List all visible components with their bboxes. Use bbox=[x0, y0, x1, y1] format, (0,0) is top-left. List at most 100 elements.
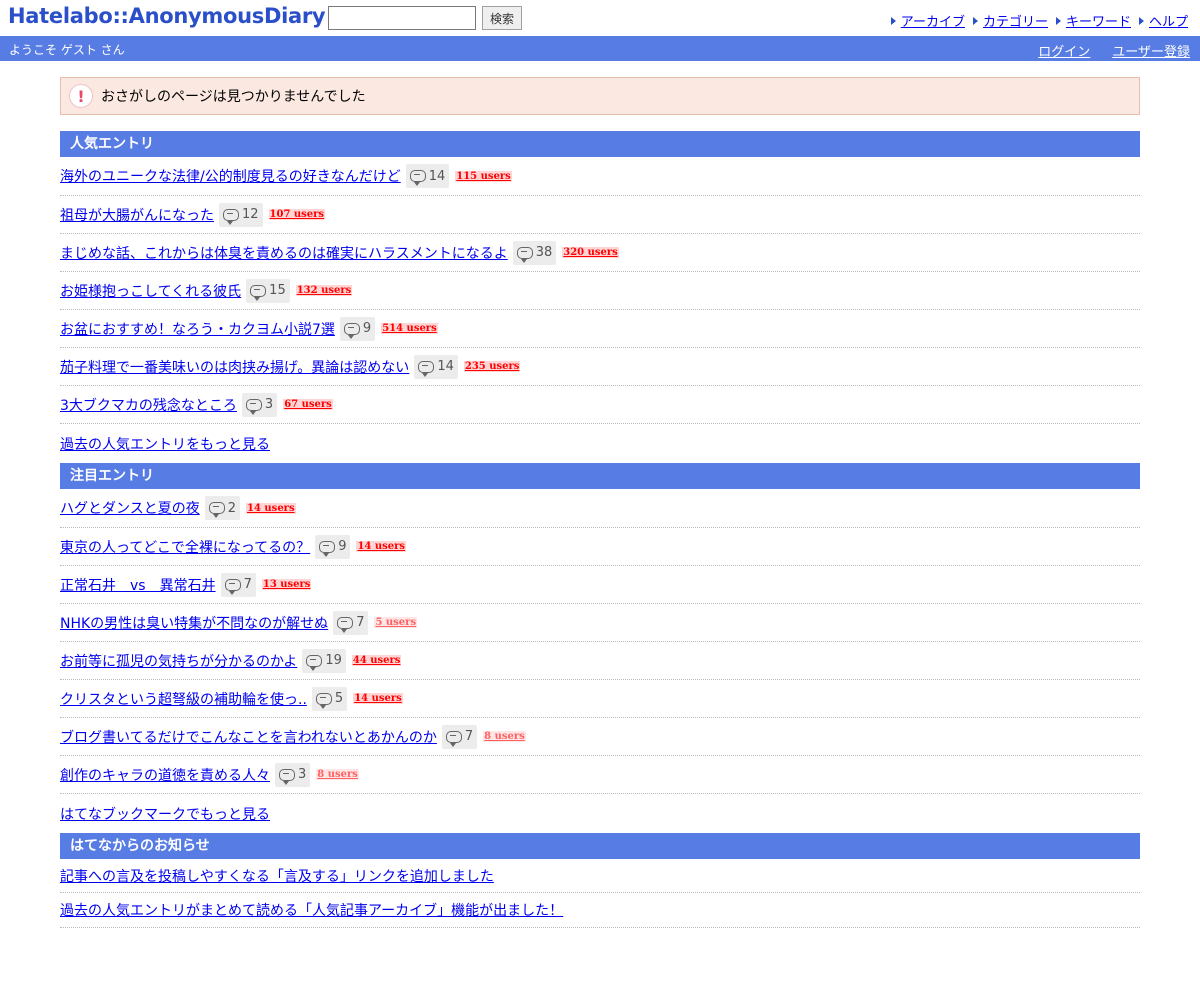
entry-link[interactable]: ハグとダンスと夏の夜 bbox=[60, 498, 200, 518]
list-item: 東京の人ってどこで全裸になってるの？ 9 14 users bbox=[60, 528, 1140, 566]
comment-count[interactable]: 19 bbox=[302, 648, 346, 673]
comment-bubble-icon bbox=[250, 284, 267, 301]
bookmark-users[interactable]: 14 users bbox=[353, 693, 403, 704]
list-item: クリスタという超弩級の補助輪を使っ.. 5 14 users bbox=[60, 680, 1140, 718]
search-button[interactable]: 検索 bbox=[482, 6, 522, 30]
bookmark-users[interactable]: 5 users bbox=[374, 617, 418, 628]
comment-count[interactable]: 14 bbox=[405, 164, 450, 188]
list-item: 祖母が大腸がんになった 12 107 users bbox=[60, 196, 1140, 234]
comment-count-value: 7 bbox=[356, 615, 365, 630]
bookmark-users[interactable]: 514 users bbox=[381, 323, 438, 334]
bookmark-users[interactable]: 67 users bbox=[283, 399, 333, 410]
comment-count[interactable]: 12 bbox=[219, 202, 263, 227]
comment-count[interactable]: 15 bbox=[246, 278, 290, 303]
top-nav: アーカイブ カテゴリー キーワード ヘルプ bbox=[890, 11, 1188, 30]
bookmark-users[interactable]: 132 users bbox=[295, 285, 353, 296]
nav-item-category[interactable]: カテゴリー bbox=[972, 11, 1048, 30]
more-popular-link[interactable]: 過去の人気エントリをもっと見る bbox=[60, 434, 270, 454]
entry-link[interactable]: 3大ブクマカの残念なところ bbox=[60, 395, 237, 415]
list-item: ハグとダンスと夏の夜 2 14 users bbox=[60, 489, 1140, 528]
entry-link[interactable]: クリスタという超弩級の補助輪を使っ.. bbox=[60, 689, 307, 709]
more-featured-link[interactable]: はてなブックマークでもっと見る bbox=[60, 804, 270, 824]
bookmark-users[interactable]: 13 users bbox=[261, 579, 312, 590]
site-logo[interactable]: Hatelabo::AnonymousDiary bbox=[8, 4, 326, 28]
comment-count[interactable]: 9 bbox=[339, 316, 376, 341]
bookmark-users[interactable]: 107 users bbox=[268, 209, 326, 220]
comment-count[interactable]: 7 bbox=[220, 572, 256, 597]
comment-count[interactable]: 5 bbox=[311, 686, 348, 711]
bookmark-users[interactable]: 320 users bbox=[562, 247, 619, 258]
bookmark-users[interactable]: 8 users bbox=[316, 769, 359, 780]
news-link[interactable]: 記事への言及を投稿しやすくなる「言及する」リンクを追加しました bbox=[60, 866, 494, 886]
entry-link[interactable]: 茄子料理で一番美味いのは肉挟み揚げ。異論は認めない bbox=[60, 357, 409, 377]
nav-link-keyword[interactable]: キーワード bbox=[1066, 11, 1131, 30]
alert-message: おさがしのページは見つかりませんでした bbox=[101, 89, 366, 105]
bookmark-users[interactable]: 14 users bbox=[356, 541, 407, 552]
nav-item-help[interactable]: ヘルプ bbox=[1138, 11, 1188, 30]
comment-count-value: 5 bbox=[334, 691, 344, 706]
comment-count[interactable]: 3 bbox=[275, 762, 311, 787]
entry-link[interactable]: お前等に孤児の気持ちが分かるのかよ bbox=[60, 651, 297, 671]
list-item: 過去の人気エントリがまとめて読める「人気記事アーカイブ」機能が出ました！ bbox=[60, 893, 1140, 928]
nav-link-category[interactable]: カテゴリー bbox=[983, 11, 1048, 30]
comment-count[interactable]: 38 bbox=[512, 240, 557, 265]
comment-bubble-icon bbox=[279, 768, 295, 785]
comment-bubble-icon bbox=[223, 208, 239, 225]
search-input[interactable] bbox=[328, 6, 476, 30]
nav-item-keyword[interactable]: キーワード bbox=[1055, 11, 1131, 30]
triangle-right-icon bbox=[1138, 17, 1144, 25]
entry-link[interactable]: 祖母が大腸がんになった bbox=[60, 205, 214, 225]
triangle-right-icon bbox=[972, 17, 978, 25]
triangle-right-icon bbox=[890, 17, 896, 25]
bookmark-users[interactable]: 8 users bbox=[483, 731, 526, 742]
entry-link[interactable]: 創作のキャラの道徳を責める人々 bbox=[60, 765, 270, 785]
not-found-alert: ! おさがしのページは見つかりませんでした bbox=[60, 77, 1140, 115]
list-item: お前等に孤児の気持ちが分かるのかよ 19 44 users bbox=[60, 642, 1140, 680]
exclamation-icon: ! bbox=[69, 84, 93, 108]
nav-link-help[interactable]: ヘルプ bbox=[1149, 11, 1188, 30]
list-item: NHKの男性は臭い特集が不問なのが解せぬ 7 5 users bbox=[60, 604, 1140, 642]
comment-count[interactable]: 7 bbox=[333, 610, 369, 635]
comment-count-value: 7 bbox=[243, 577, 252, 592]
entry-link[interactable]: お盆におすすめ！なろう・カクヨム小説7選 bbox=[60, 319, 335, 339]
comment-count-value: 19 bbox=[325, 653, 342, 668]
comment-count[interactable]: 7 bbox=[441, 724, 478, 749]
list-item: 3大ブクマカの残念なところ 3 67 users bbox=[60, 386, 1140, 424]
entry-link[interactable]: 海外のユニークな法律/公的制度見るの好きなんだけど bbox=[60, 166, 401, 186]
header: Hatelabo::AnonymousDiary 検索 アーカイブ カテゴリー … bbox=[0, 0, 1200, 36]
entry-link[interactable]: 正常石井 vs 異常石井 bbox=[60, 575, 216, 595]
comment-count[interactable]: 2 bbox=[204, 496, 241, 520]
comment-bubble-icon bbox=[343, 322, 360, 339]
comment-bubble-icon bbox=[245, 398, 262, 415]
list-item: 記事への言及を投稿しやすくなる「言及する」リンクを追加しました bbox=[60, 859, 1140, 893]
bookmark-users[interactable]: 115 users bbox=[455, 170, 512, 182]
entry-link[interactable]: 東京の人ってどこで全裸になってるの？ bbox=[60, 537, 310, 557]
comment-count[interactable]: 9 bbox=[315, 534, 351, 559]
comment-count[interactable]: 3 bbox=[241, 392, 278, 417]
login-link[interactable]: ログイン bbox=[1038, 41, 1090, 60]
comment-count-value: 38 bbox=[535, 245, 553, 260]
register-link[interactable]: ユーザー登録 bbox=[1112, 41, 1190, 60]
entry-link[interactable]: お姫様抱っこしてくれる彼氏 bbox=[60, 281, 241, 301]
more-row: 過去の人気エントリをもっと見る bbox=[60, 424, 1140, 463]
comment-count-value: 12 bbox=[242, 207, 259, 222]
entry-link[interactable]: NHKの男性は臭い特集が不問なのが解せぬ bbox=[60, 613, 328, 633]
list-item: お姫様抱っこしてくれる彼氏 15 132 users bbox=[60, 272, 1140, 310]
list-item: 茄子料理で一番美味いのは肉挟み揚げ。異論は認めない 14 235 users bbox=[60, 348, 1140, 386]
nav-item-archive[interactable]: アーカイブ bbox=[890, 11, 965, 30]
comment-count[interactable]: 14 bbox=[414, 354, 458, 379]
section-header-featured: 注目エントリ bbox=[60, 463, 1140, 489]
list-item: 正常石井 vs 異常石井 7 13 users bbox=[60, 566, 1140, 604]
bookmark-users[interactable]: 44 users bbox=[351, 655, 402, 666]
bookmark-users[interactable]: 235 users bbox=[463, 361, 521, 372]
comment-count-value: 15 bbox=[269, 283, 286, 298]
nav-link-archive[interactable]: アーカイブ bbox=[901, 11, 965, 30]
entry-link[interactable]: まじめな話、これからは体臭を責めるのは確実にハラスメントになるよ bbox=[60, 243, 508, 263]
comment-bubble-icon bbox=[319, 540, 336, 557]
bookmark-users[interactable]: 14 users bbox=[246, 502, 296, 514]
comment-bubble-icon bbox=[516, 246, 533, 263]
comment-count-value: 14 bbox=[437, 359, 454, 374]
entry-link[interactable]: ブログ書いてるだけでこんなことを言われないとあかんのか bbox=[60, 727, 437, 747]
popular-list: 海外のユニークな法律/公的制度見るの好きなんだけど 14 115 users 祖母が… bbox=[60, 157, 1140, 463]
news-link[interactable]: 過去の人気エントリがまとめて読める「人気記事アーカイブ」機能が出ました！ bbox=[60, 900, 563, 920]
